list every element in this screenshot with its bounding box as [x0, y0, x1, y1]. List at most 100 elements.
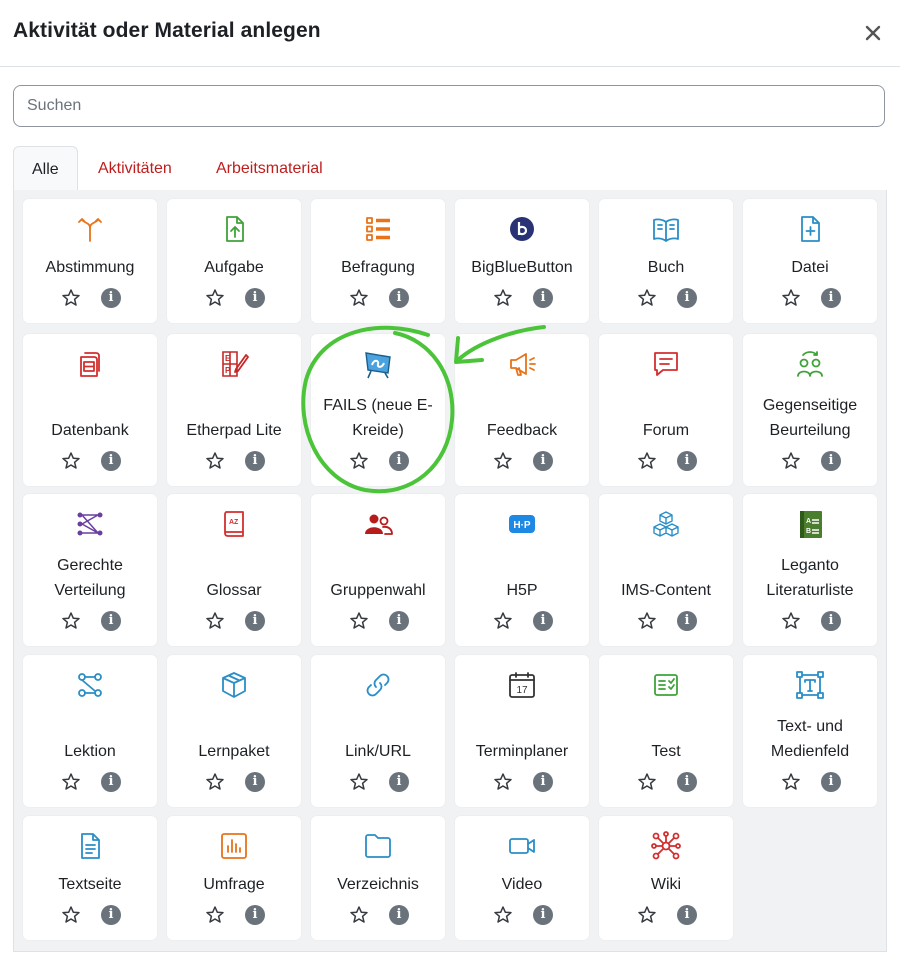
star-icon[interactable] [205, 905, 225, 925]
module-card[interactable]: Gerechte Verteilung i [23, 494, 157, 646]
module-card[interactable]: Textseite i [23, 816, 157, 940]
info-icon[interactable]: i [245, 288, 265, 308]
info-icon[interactable]: i [389, 772, 409, 792]
tab-alle[interactable]: Alle [13, 146, 78, 191]
star-icon[interactable] [637, 611, 657, 631]
star-icon[interactable] [205, 288, 225, 308]
star-icon[interactable] [637, 451, 657, 471]
info-icon[interactable]: i [245, 611, 265, 631]
module-card[interactable]: BigBlueButton i [455, 199, 589, 323]
star-icon[interactable] [781, 451, 801, 471]
star-icon[interactable] [781, 772, 801, 792]
module-name: Verzeichnis [337, 876, 419, 893]
module-card[interactable]: Abstimmung i [23, 199, 157, 323]
module-card[interactable]: Video i [455, 816, 589, 940]
search-input[interactable] [13, 85, 885, 127]
star-icon[interactable] [493, 451, 513, 471]
info-icon[interactable]: i [101, 288, 121, 308]
star-icon[interactable] [61, 451, 81, 471]
module-card[interactable]: Gegenseitige Beurteilung i [743, 334, 877, 486]
info-icon[interactable]: i [389, 451, 409, 471]
star-icon[interactable] [637, 905, 657, 925]
star-icon[interactable] [349, 905, 369, 925]
star-icon[interactable] [349, 288, 369, 308]
info-icon[interactable]: i [533, 611, 553, 631]
module-card[interactable]: Gruppenwahl i [311, 494, 445, 646]
star-icon[interactable] [637, 772, 657, 792]
terminplaner-icon: 17 [509, 672, 535, 698]
star-icon[interactable] [61, 611, 81, 631]
star-icon[interactable] [205, 772, 225, 792]
info-icon[interactable]: i [821, 772, 841, 792]
info-icon[interactable]: i [533, 905, 553, 925]
module-card[interactable]: Lernpaket i [167, 655, 301, 807]
info-icon[interactable]: i [389, 905, 409, 925]
info-icon[interactable]: i [389, 288, 409, 308]
module-card[interactable]: Lektion i [23, 655, 157, 807]
module-card[interactable]: Umfrage i [167, 816, 301, 940]
info-icon[interactable]: i [821, 288, 841, 308]
info-icon[interactable]: i [533, 451, 553, 471]
info-icon[interactable]: i [245, 451, 265, 471]
link-icon [366, 673, 390, 697]
module-card[interactable]: Forum i [599, 334, 733, 486]
info-icon[interactable]: i [677, 288, 697, 308]
info-icon[interactable]: i [677, 905, 697, 925]
module-card[interactable]: H·P H5P i [455, 494, 589, 646]
info-icon[interactable]: i [101, 772, 121, 792]
star-icon[interactable] [493, 611, 513, 631]
module-card[interactable]: FAILS (neue E-Kreide) i [311, 334, 445, 486]
star-icon[interactable] [349, 611, 369, 631]
tab-aktivitaeten[interactable]: Aktivitäten [98, 146, 172, 190]
module-card[interactable]: Link/URL i [311, 655, 445, 807]
module-card[interactable]: Befragung i [311, 199, 445, 323]
module-card[interactable]: Text- und Medienfeld i [743, 655, 877, 807]
star-icon[interactable] [493, 905, 513, 925]
info-icon[interactable]: i [821, 451, 841, 471]
info-icon[interactable]: i [821, 611, 841, 631]
module-card[interactable]: AZ Glossar i [167, 494, 301, 646]
module-card[interactable]: Datei i [743, 199, 877, 323]
info-icon[interactable]: i [245, 772, 265, 792]
star-icon[interactable] [781, 611, 801, 631]
info-icon[interactable]: i [101, 451, 121, 471]
star-icon[interactable] [349, 451, 369, 471]
datenbank-icon [80, 352, 100, 377]
close-icon[interactable] [864, 24, 882, 42]
module-card[interactable]: Aufgabe i [167, 199, 301, 323]
star-icon[interactable] [61, 905, 81, 925]
wiki-icon [651, 831, 681, 860]
info-icon[interactable]: i [389, 611, 409, 631]
info-icon[interactable]: i [533, 288, 553, 308]
star-icon[interactable] [493, 772, 513, 792]
module-card[interactable]: Buch i [599, 199, 733, 323]
star-icon[interactable] [493, 288, 513, 308]
info-icon[interactable]: i [245, 905, 265, 925]
info-icon[interactable]: i [677, 451, 697, 471]
star-icon[interactable] [205, 451, 225, 471]
star-icon[interactable] [61, 772, 81, 792]
tab-arbeitsmaterial[interactable]: Arbeitsmaterial [216, 146, 323, 190]
svg-text:B: B [806, 528, 811, 535]
star-icon[interactable] [205, 611, 225, 631]
info-icon[interactable]: i [101, 905, 121, 925]
info-icon[interactable]: i [677, 772, 697, 792]
module-card[interactable]: IMS-Content i [599, 494, 733, 646]
module-card[interactable]: A B Leganto Literaturliste i [743, 494, 877, 646]
info-icon[interactable]: i [677, 611, 697, 631]
star-icon[interactable] [61, 288, 81, 308]
module-card[interactable]: Wiki i [599, 816, 733, 940]
module-name: Umfrage [203, 876, 265, 893]
module-card[interactable]: 17 Terminplaner i [455, 655, 589, 807]
star-icon[interactable] [349, 772, 369, 792]
info-icon[interactable]: i [101, 611, 121, 631]
module-card[interactable]: Test i [599, 655, 733, 807]
module-card[interactable]: E P Etherpad Lite i [167, 334, 301, 486]
module-card[interactable]: Verzeichnis i [311, 816, 445, 940]
star-icon[interactable] [637, 288, 657, 308]
star-icon[interactable] [781, 288, 801, 308]
module-card[interactable]: Feedback i [455, 334, 589, 486]
module-card[interactable]: Datenbank i [23, 334, 157, 486]
module-name: Aufgabe [204, 259, 264, 276]
info-icon[interactable]: i [533, 772, 553, 792]
